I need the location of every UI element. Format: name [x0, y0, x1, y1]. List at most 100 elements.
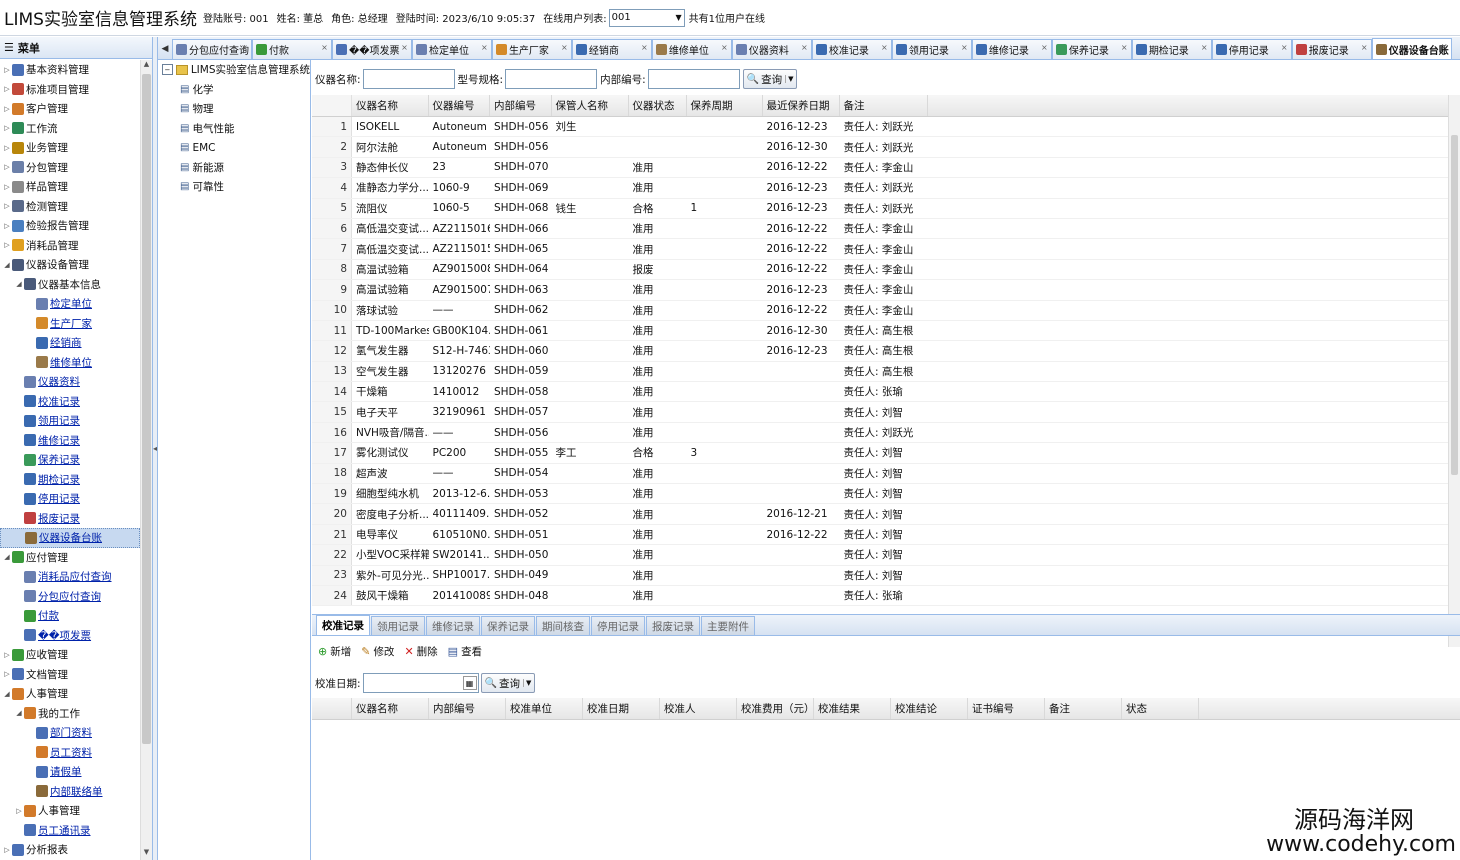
table-row[interactable]: 16 NVH吸音/隔音... —— SHDH-056 准用 责任人: 刘跃光	[312, 422, 1460, 444]
tab-item[interactable]: 保养记录 ×	[1051, 39, 1132, 59]
detail-column-header[interactable]: 校准单位	[506, 698, 583, 719]
menu-item[interactable]: ▷ 分包管理	[0, 158, 140, 178]
table-row[interactable]: 8 高温试验箱 AZ9015008 SHDH-064 报废 2016-12-22 责任人: …	[312, 259, 1460, 281]
expand-icon[interactable]: ▷	[3, 183, 11, 191]
menu-item[interactable]: 经销商	[0, 333, 140, 353]
table-row[interactable]: 14 干燥箱 1410012 SHDH-058 准用 责任人: 张瑜	[312, 382, 1460, 403]
menu-item[interactable]: 部门资料	[0, 723, 140, 743]
detail-column-header[interactable]: 状态	[1122, 698, 1199, 719]
table-row[interactable]: 22 小型VOC采样箱 SW20141... SHDH-050 准用 责任人: 刘智	[312, 545, 1460, 566]
menu-item[interactable]: 停用记录	[0, 489, 140, 509]
menu-item[interactable]: 维修单位	[0, 353, 140, 373]
column-header[interactable]: 仪器编号	[429, 95, 490, 116]
chevron-down-icon[interactable]: ▼	[523, 679, 531, 687]
table-row[interactable]: 1 ISOKELL Autoneum SHDH-056 刘生 2016-12-23 责任人:…	[312, 117, 1460, 138]
close-icon[interactable]: ×	[1361, 43, 1368, 52]
tab-item[interactable]: 维修单位 ×	[651, 39, 732, 59]
expand-icon[interactable]: ▷	[3, 222, 11, 230]
table-row[interactable]: 3 静态伸长仪 23 SHDH-070 准用 2016-12-22 责任人: 李金山	[312, 157, 1460, 179]
close-icon[interactable]: ×	[321, 43, 328, 52]
menu-item[interactable]: ▷ 标准项目管理	[0, 80, 140, 100]
detail-column-header[interactable]: 校准人	[660, 698, 737, 719]
collapse-icon[interactable]: ◂	[153, 444, 157, 453]
detail-tab[interactable]: 保养记录	[481, 616, 535, 635]
calendar-icon[interactable]: ▦	[462, 676, 477, 690]
menu-item[interactable]: ▷ 分析报表	[0, 840, 140, 860]
menu-item[interactable]: 期检记录	[0, 470, 140, 490]
category-root[interactable]: − LIMS实验室信息管理系统	[158, 60, 310, 80]
menu-item[interactable]: ◢ 仪器基本信息	[0, 275, 140, 295]
detail-tab[interactable]: 主要附件	[701, 616, 755, 635]
collapse-icon[interactable]: ◢	[15, 709, 23, 717]
table-row[interactable]: 12 氢气发生器 S12-H-7463 SHDH-060 准用 2016-12-23 责任人…	[312, 341, 1460, 362]
detail-column-header[interactable]: 校准结论	[891, 698, 968, 719]
expand-icon[interactable]: ▷	[3, 124, 11, 132]
scroll-down-icon[interactable]: ▼	[141, 848, 152, 860]
tab-item[interactable]: 经销商 ×	[571, 39, 652, 59]
table-row[interactable]: 20 密度电子分析... 40111409... SHDH-052 准用 2016-12-…	[312, 504, 1460, 525]
table-row[interactable]: 5 流阻仪 1060-5 SHDH-068 钱生 合格 1 2016-12-23 责任人: 刘跃…	[312, 198, 1460, 219]
menu-item[interactable]: ▷ 文档管理	[0, 665, 140, 685]
menu-item[interactable]: 员工通讯录	[0, 821, 140, 841]
close-icon[interactable]: ×	[1201, 43, 1208, 52]
detail-column-header[interactable]: 备注	[1045, 698, 1122, 719]
menu-item[interactable]: ◢ 应付管理	[0, 548, 140, 568]
column-header[interactable]: 保管人名称	[552, 95, 629, 116]
close-icon[interactable]: ×	[241, 43, 248, 52]
menu-item[interactable]: 生产厂家	[0, 314, 140, 334]
internal-code-input[interactable]	[647, 69, 740, 89]
menu-item[interactable]: ▷ 工作流	[0, 119, 140, 139]
detail-tab[interactable]: 期间核查	[536, 616, 590, 635]
table-row[interactable]: 9 高温试验箱 AZ9015007 SHDH-063 准用 2016-12-23 责任人: …	[312, 280, 1460, 301]
table-row[interactable]: 15 电子天平 32190961 SHDH-057 准用 责任人: 刘智	[312, 402, 1460, 423]
expand-icon[interactable]: ▷	[3, 670, 11, 678]
expand-icon[interactable]: ▷	[15, 807, 23, 815]
menu-item[interactable]: 报废记录	[0, 509, 140, 529]
expand-icon[interactable]: ▷	[3, 144, 11, 152]
table-row[interactable]: 4 准静态力学分... 1060-9 SHDH-069 准用 2016-12-23 责任人:…	[312, 178, 1460, 199]
expand-icon[interactable]: ▷	[3, 241, 11, 249]
table-row[interactable]: 2 阿尔法舱 Autoneum SHDH-056 2016-12-30 责任人: 刘跃光	[312, 137, 1460, 158]
category-item[interactable]: ▤ 可靠性	[158, 177, 310, 197]
detail-column-header[interactable]: 内部编号	[429, 698, 506, 719]
expand-icon[interactable]: ▷	[3, 846, 11, 854]
column-header[interactable]: 内部编号	[490, 95, 552, 116]
close-icon[interactable]: ×	[721, 43, 728, 52]
collapse-icon[interactable]: ◢	[3, 690, 11, 698]
expand-icon[interactable]: ▷	[3, 105, 11, 113]
menu-item[interactable]: 请假单	[0, 762, 140, 782]
column-header[interactable]: 保养周期	[687, 95, 763, 116]
detail-tab[interactable]: 停用记录	[591, 616, 645, 635]
menu-item[interactable]: ▷ 消耗品管理	[0, 236, 140, 256]
model-input[interactable]	[505, 69, 598, 89]
menu-item[interactable]: ▷ 检测管理	[0, 197, 140, 217]
table-row[interactable]: 6 高低温交变试... AZ2115016 SHDH-066 准用 2016-12-22 责…	[312, 218, 1460, 240]
expand-icon[interactable]: ▷	[3, 163, 11, 171]
menu-item[interactable]: ▷ 基本资料管理	[0, 60, 140, 80]
column-header[interactable]: 仪器状态	[629, 95, 687, 116]
table-row[interactable]: 23 紫外-可见分光...SHP10017...SHDH-049 准用 责任人: 刘智	[312, 565, 1460, 586]
close-icon[interactable]: ×	[481, 43, 488, 52]
category-item[interactable]: ▤ 物理	[158, 99, 310, 119]
tab-item[interactable]: 报废记录 ×	[1291, 39, 1372, 59]
tab-item[interactable]: 分包应付查询 ×	[172, 39, 252, 59]
scroll-thumb[interactable]	[1451, 135, 1458, 475]
instrument-name-input[interactable]	[362, 69, 455, 89]
close-icon[interactable]: ×	[881, 43, 888, 52]
menu-item[interactable]: 分包应付查询	[0, 587, 140, 607]
close-icon[interactable]: ×	[961, 43, 968, 52]
tab-item[interactable]: 领用记录 ×	[891, 39, 972, 59]
table-row[interactable]: 11 TD-100Markes...GB00K104...SHDH-061 准用 20…	[312, 320, 1460, 342]
chevron-down-icon[interactable]: ▼	[785, 75, 793, 83]
collapse-icon[interactable]: ◢	[3, 553, 11, 561]
tab-item[interactable]: ��项发票 ×	[331, 39, 412, 59]
collapse-icon[interactable]: −	[162, 64, 173, 76]
tab-scroll-left-icon[interactable]: ◀	[158, 39, 172, 59]
detail-query-button[interactable]: 🔍 查询 ▼	[480, 673, 536, 693]
close-icon[interactable]: ×	[1121, 43, 1128, 52]
menu-item[interactable]: 维修记录	[0, 431, 140, 451]
table-row[interactable]: 19 细胞型纯水机 2013-12-6...SHDH-053 准用 责任人: 刘智	[312, 484, 1460, 505]
online-users-select[interactable]: 001 ▼	[608, 8, 685, 27]
detail-tab[interactable]: 报废记录	[646, 616, 700, 635]
add-button[interactable]: ⊕ 新增	[318, 644, 351, 659]
